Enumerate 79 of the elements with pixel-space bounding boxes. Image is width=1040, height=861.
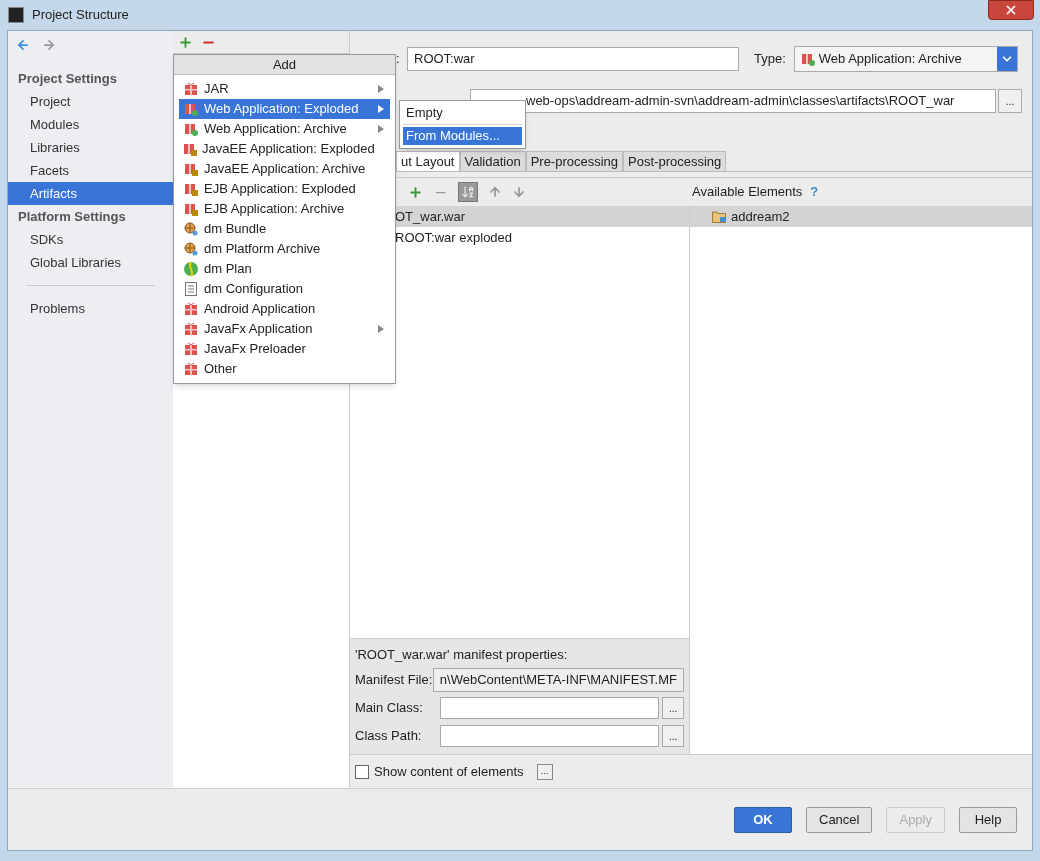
type-label: Type:: [754, 50, 786, 69]
type-dropdown[interactable]: Web Application: Archive: [793, 46, 1018, 72]
tab[interactable]: Pre-processing: [525, 151, 624, 171]
name-field[interactable]: ROOT:war: [407, 47, 739, 71]
nav-item[interactable]: Modules: [8, 113, 173, 136]
menu-item[interactable]: JavaFx Preloader: [179, 339, 390, 359]
app-icon: [8, 7, 24, 23]
nav-item[interactable]: Facets: [8, 159, 173, 182]
menu-item[interactable]: EJB Application: Exploded: [179, 179, 390, 199]
sort-button[interactable]: [458, 182, 478, 202]
folder-icon: [712, 210, 727, 223]
nav-item[interactable]: Artifacts: [8, 182, 173, 205]
dialog-button[interactable]: OK: [734, 806, 792, 833]
move-up-icon[interactable]: [488, 185, 502, 199]
back-icon[interactable]: [16, 38, 30, 52]
output-directory-field[interactable]: web-ops\addream-admin-svn\addream-admin\classes\artifacts\ROOT_war: [470, 89, 996, 113]
add-icon[interactable]: [408, 184, 423, 200]
forward-icon[interactable]: [42, 38, 56, 52]
menu-item[interactable]: dm Configuration: [179, 279, 390, 299]
options-button[interactable]: ...: [536, 763, 553, 780]
checkbox-label: Show content of elements: [374, 762, 524, 781]
tab[interactable]: Post-processing: [623, 151, 727, 171]
dialog-button[interactable]: Cancel: [806, 806, 873, 833]
window-title: Project Structure: [32, 6, 129, 25]
tab[interactable]: Validation: [459, 151, 526, 171]
manifest-heading: 'ROOT_war.war' manifest properties:: [355, 645, 569, 664]
document-icon: [185, 282, 197, 296]
name-label: :: [396, 50, 401, 69]
section-heading: Platform Settings: [17, 207, 127, 226]
move-down-icon[interactable]: [512, 185, 526, 199]
field-label: Class Path:: [355, 727, 423, 746]
nav-item[interactable]: SDKs: [8, 228, 173, 251]
nav-item[interactable]: Project: [8, 90, 173, 113]
field-label: Manifest File:: [355, 671, 433, 690]
menu-item[interactable]: Web Application: Exploded: [179, 99, 390, 119]
package-icon: [184, 102, 198, 116]
menu-item[interactable]: JavaFx Application: [179, 319, 390, 339]
text-field[interactable]: [440, 697, 660, 719]
section-heading: Project Settings: [17, 69, 118, 88]
available-elements-label: Available Elements: [692, 183, 803, 202]
manifest-file-field[interactable]: n\WebContent\META-INF\MANIFEST.MF: [432, 668, 684, 692]
package-icon: [184, 342, 198, 356]
package-icon: [184, 202, 198, 216]
browse-button[interactable]: ...: [662, 697, 684, 719]
add-icon[interactable]: [178, 34, 193, 50]
gear-icon: [184, 222, 198, 236]
package-icon: [800, 52, 815, 66]
package-icon: [184, 162, 198, 176]
field-label: Main Class:: [355, 699, 424, 718]
menu-item[interactable]: Android Application: [179, 299, 390, 319]
available-item[interactable]: addream2: [690, 206, 1032, 227]
nav-item[interactable]: Problems: [8, 297, 173, 320]
globe-icon: [183, 261, 199, 277]
package-icon: [184, 362, 198, 376]
close-button[interactable]: [988, 0, 1034, 20]
text-field[interactable]: [440, 725, 660, 747]
tab[interactable]: ut Layout: [396, 151, 460, 171]
menu-item[interactable]: From Modules...: [403, 127, 522, 145]
menu-item[interactable]: JAR: [179, 79, 390, 99]
package-icon: [183, 142, 197, 156]
package-icon: [184, 82, 198, 96]
menu-item[interactable]: Web Application: Archive: [179, 119, 390, 139]
menu-item[interactable]: dm Plan: [179, 259, 390, 279]
dialog-button[interactable]: Help: [959, 806, 1017, 833]
menu-title: Add: [174, 55, 395, 75]
package-icon: [184, 122, 198, 136]
package-icon: [184, 322, 198, 336]
menu-item[interactable]: JavaEE Application: Archive: [179, 159, 390, 179]
nav-item[interactable]: Global Libraries: [8, 251, 173, 274]
browse-button[interactable]: ...: [998, 89, 1022, 113]
browse-button[interactable]: ...: [662, 725, 684, 747]
gear-icon: [184, 242, 198, 256]
package-icon: [184, 302, 198, 316]
show-content-checkbox[interactable]: [355, 764, 369, 779]
menu-item[interactable]: Other: [179, 359, 390, 379]
nav-item[interactable]: Libraries: [8, 136, 173, 159]
close-icon: [1004, 3, 1018, 17]
menu-item[interactable]: JavaEE Application: Exploded: [179, 139, 390, 159]
package-icon: [184, 182, 198, 196]
